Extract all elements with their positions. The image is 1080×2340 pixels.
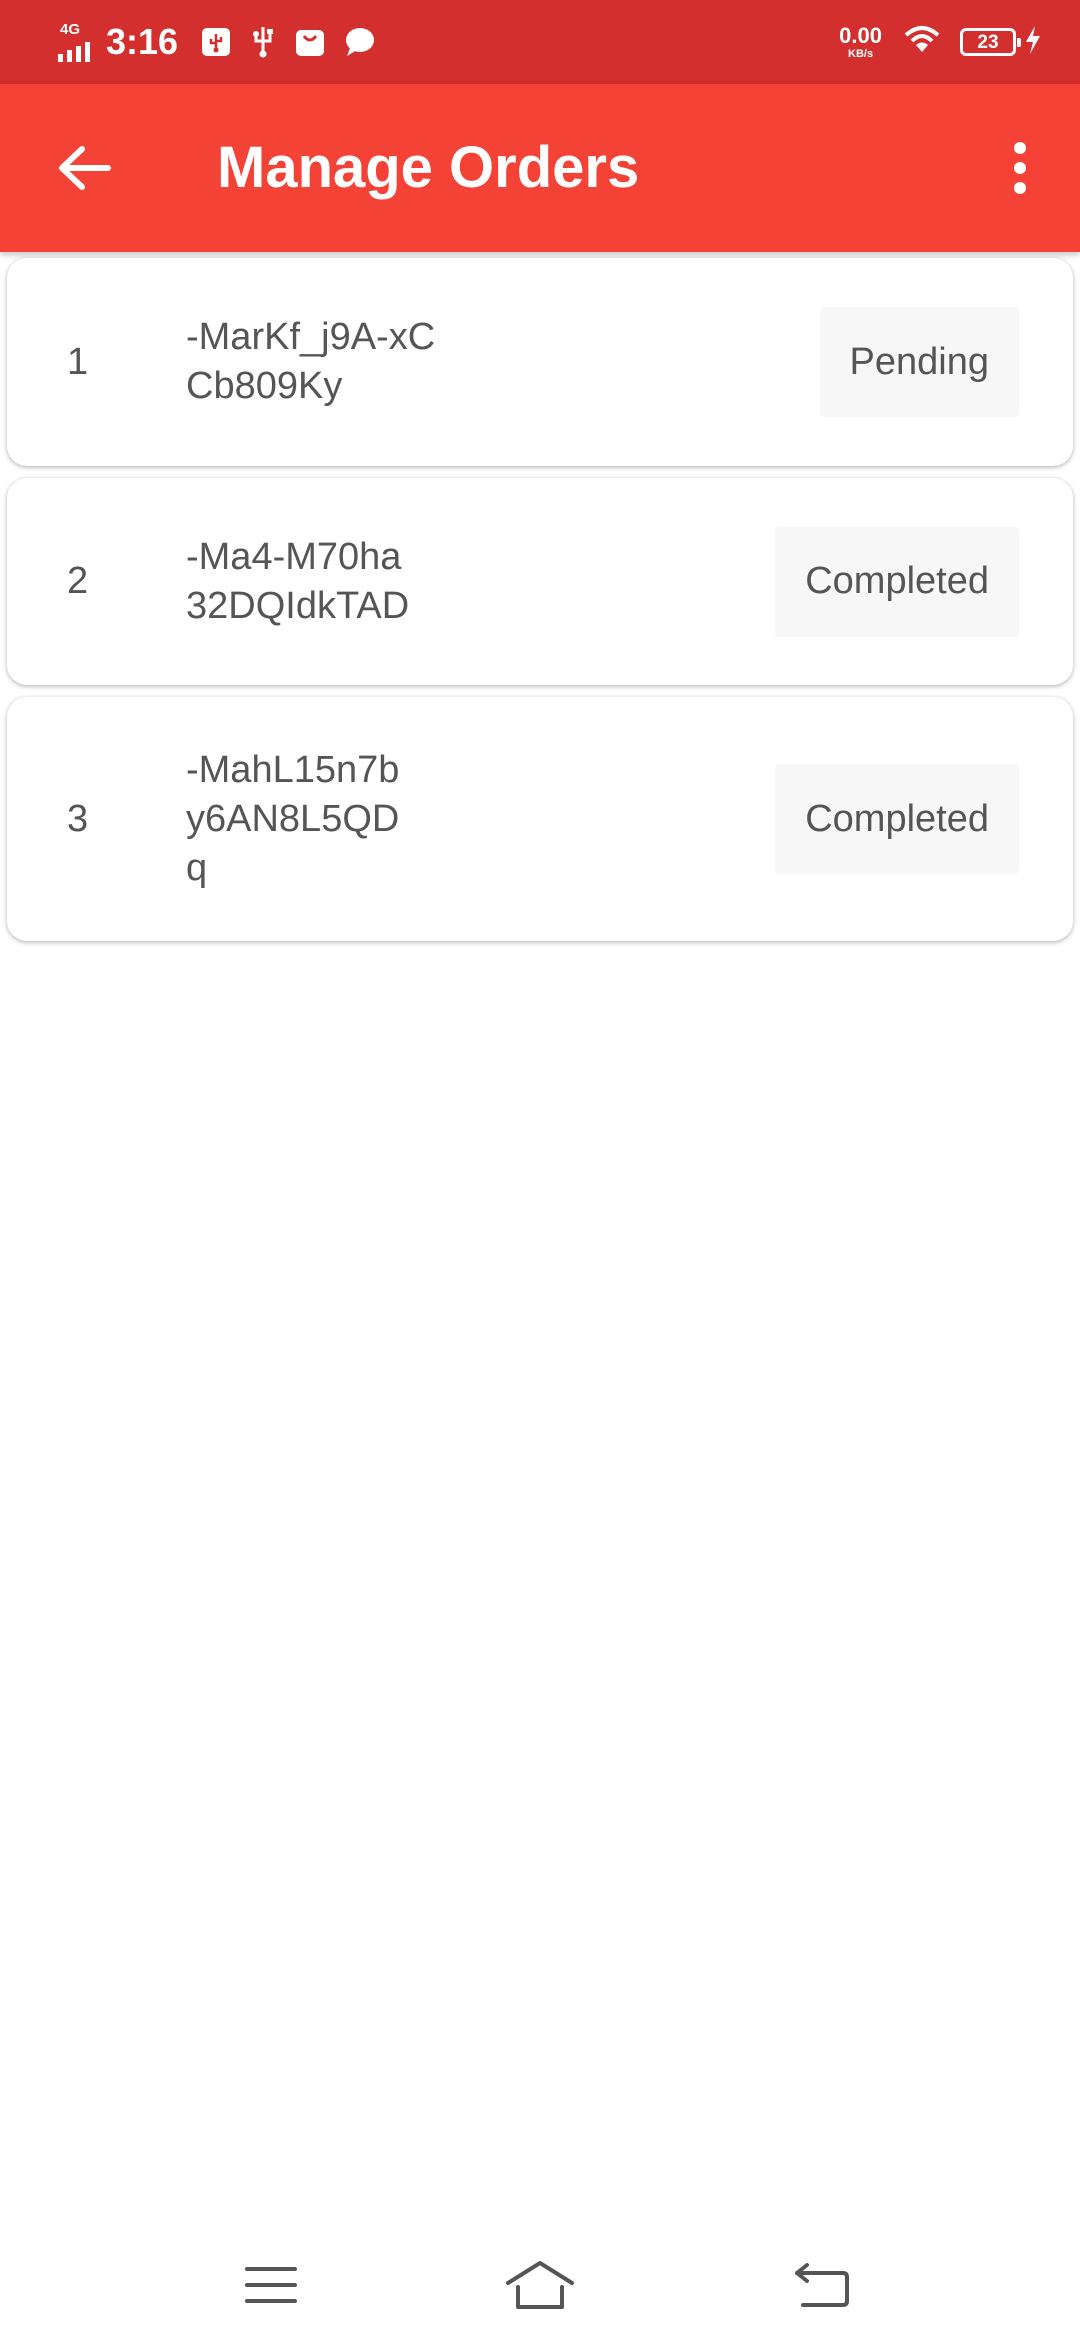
back-icon bbox=[795, 2263, 849, 2307]
usb-debug-icon bbox=[200, 26, 232, 58]
order-status-button[interactable]: Completed bbox=[775, 764, 1019, 874]
order-id: -Ma4-M70ha 32DQIdkTAD bbox=[186, 535, 410, 627]
home-button[interactable] bbox=[490, 2250, 590, 2320]
back-nav-button[interactable] bbox=[773, 2250, 873, 2320]
status-bar-right: 0.00 KB/s 23 bbox=[839, 0, 1042, 84]
cellular-signal-icon: 4G bbox=[58, 22, 94, 62]
status-bar: 4G 3:16 0.00 KB/s 23 bbox=[0, 0, 1080, 84]
order-status-button[interactable]: Completed bbox=[775, 526, 1019, 637]
battery-level: 23 bbox=[977, 31, 999, 53]
page-title: Manage Orders bbox=[217, 135, 640, 200]
order-index: 2 bbox=[67, 560, 89, 602]
network-type: 4G bbox=[60, 21, 81, 38]
more-options-button[interactable] bbox=[978, 126, 1062, 210]
order-card[interactable]: 1 -MarKf_j9A-xC Cb809Ky Pending bbox=[7, 258, 1073, 466]
status-bar-left: 4G 3:16 bbox=[58, 0, 394, 84]
network-speed-value: 0.00 bbox=[839, 22, 882, 48]
usb-icon bbox=[250, 25, 276, 59]
battery-icon: 23 bbox=[960, 28, 1021, 56]
recent-apps-button[interactable] bbox=[221, 2250, 321, 2320]
order-id: -MarKf_j9A-xC Cb809Ky bbox=[186, 316, 436, 407]
order-status-button[interactable]: Pending bbox=[819, 307, 1019, 417]
arrow-back-icon bbox=[59, 146, 111, 190]
order-card[interactable]: 3 -MahL15n7b y6AN8L5QD q Completed bbox=[7, 697, 1073, 941]
order-card[interactable]: 2 -Ma4-M70ha 32DQIdkTAD Completed bbox=[7, 478, 1073, 685]
home-icon bbox=[506, 2261, 574, 2309]
more-vert-icon bbox=[1014, 142, 1026, 194]
order-list: 1 -MarKf_j9A-xC Cb809Ky Pending 2 -Ma4-M… bbox=[7, 258, 1073, 953]
network-speed: 0.00 KB/s bbox=[839, 22, 882, 60]
back-button[interactable] bbox=[42, 126, 126, 210]
app-bar: Manage Orders bbox=[0, 84, 1080, 252]
clock: 3:16 bbox=[106, 21, 179, 62]
order-id: -MahL15n7b y6AN8L5QD q bbox=[186, 748, 400, 889]
system-nav-bar bbox=[0, 2220, 1080, 2340]
wifi-icon bbox=[904, 25, 940, 60]
order-index: 1 bbox=[67, 340, 89, 383]
charging-icon bbox=[1024, 25, 1042, 60]
chat-bubble-icon bbox=[344, 26, 376, 58]
menu-icon bbox=[245, 2267, 297, 2303]
shopping-bag-icon bbox=[294, 26, 326, 58]
network-speed-unit: KB/s bbox=[848, 47, 874, 60]
order-index: 3 bbox=[67, 797, 89, 840]
